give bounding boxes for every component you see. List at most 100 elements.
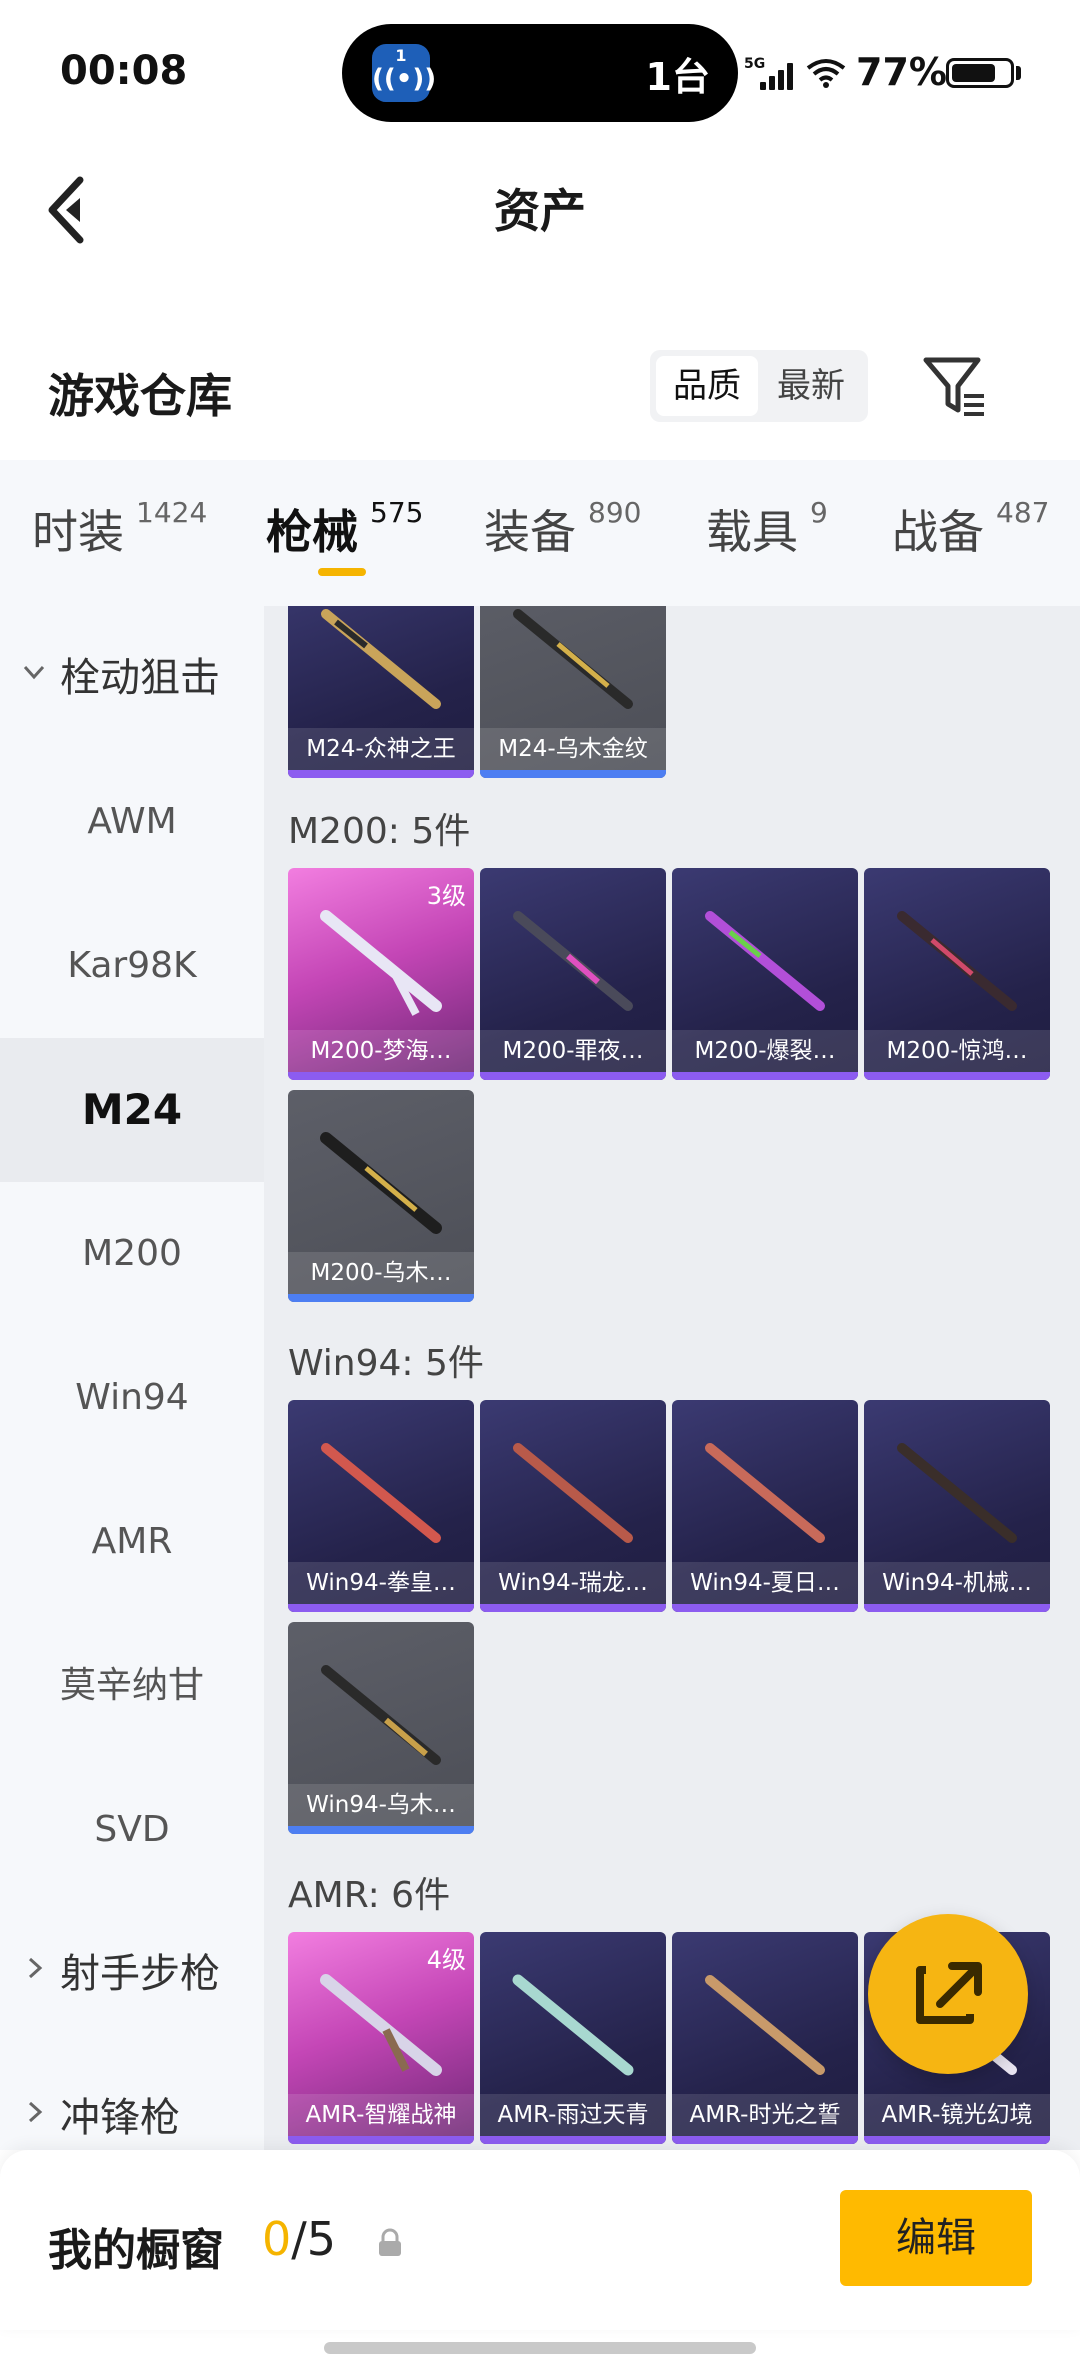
share-icon xyxy=(916,1962,982,2024)
weapon-name: AMR-镜光幻境 xyxy=(864,2094,1050,2136)
weapon-name: M200-乌木… xyxy=(288,1252,474,1294)
category-tabs: 时装 1424 枪械 575 装备 890 载具 9 战备 487 xyxy=(0,460,1080,606)
showcase-title: 我的橱窗 xyxy=(48,2225,224,2276)
tab-label: 战备 xyxy=(892,505,984,559)
sidebar-group-smg[interactable]: 冲锋枪 xyxy=(0,2046,264,2150)
page-title: 资产 xyxy=(494,184,586,238)
sort-quality-button[interactable]: 品质 xyxy=(656,356,758,416)
tab-equipment[interactable]: 装备 890 xyxy=(484,496,641,576)
sidebar-item-amr[interactable]: AMR xyxy=(0,1470,264,1614)
tab-supplies[interactable]: 战备 487 xyxy=(892,496,1049,576)
weapon-name: Win94-夏日… xyxy=(672,1562,858,1604)
chevron-right-icon xyxy=(28,1957,43,1979)
rarity-bar xyxy=(288,2136,474,2144)
tab-fashion[interactable]: 时装 1424 xyxy=(32,496,207,576)
sidebar-item-m200[interactable]: M200 xyxy=(0,1182,264,1326)
tab-active-indicator xyxy=(318,568,366,576)
chevron-right-icon xyxy=(28,2101,43,2123)
weapon-card[interactable]: AMR-雨过天青 xyxy=(480,1932,666,2144)
weapon-name: M200-惊鸿… xyxy=(864,1030,1050,1072)
weapon-card[interactable]: M200-罪夜… xyxy=(480,868,666,1080)
tab-count: 575 xyxy=(370,496,424,529)
sidebar-item-mosin[interactable]: 莫辛纳甘 xyxy=(0,1614,264,1758)
edit-button[interactable]: 编辑 xyxy=(840,2190,1032,2286)
filter-icon[interactable] xyxy=(920,352,990,422)
tab-count: 9 xyxy=(810,496,828,529)
sidebar-item-m24[interactable]: M24 xyxy=(0,1038,264,1182)
weapon-card[interactable]: 4级 AMR-智耀战神 xyxy=(288,1932,474,2144)
tab-count: 890 xyxy=(588,496,642,529)
sidebar-group-label: 栓动狙击 xyxy=(60,655,220,701)
dynamic-island[interactable]: 1 ((•)) 1台 xyxy=(342,24,738,122)
rifle-icon xyxy=(705,1975,825,2075)
showcase-bar: 我的橱窗 0/5 编辑 xyxy=(0,2150,1080,2330)
weapon-name: Win94-瑞龙… xyxy=(480,1562,666,1604)
battery-fill xyxy=(952,64,995,82)
sidebar-group-label: 冲锋枪 xyxy=(60,2095,180,2141)
battery-icon xyxy=(946,58,1014,88)
lock-icon xyxy=(379,2228,401,2256)
weapon-card[interactable]: Win94-夏日… xyxy=(672,1400,858,1612)
rifle-icon xyxy=(705,911,825,1011)
tab-count: 487 xyxy=(996,496,1050,529)
rarity-bar xyxy=(672,1604,858,1612)
island-app-icon: 1 ((•)) xyxy=(372,44,436,102)
tab-label: 装备 xyxy=(484,505,576,559)
rifle-icon xyxy=(513,609,633,709)
signal-icon xyxy=(760,62,796,90)
sort-toggle: 品质 最新 xyxy=(650,350,868,422)
showcase-total: /5 xyxy=(291,2212,337,2266)
rarity-bar xyxy=(480,770,666,778)
section-label-amr: AMR: 6件 xyxy=(288,1875,451,1916)
weapon-card[interactable]: Win94-机械… xyxy=(864,1400,1050,1612)
weapon-name: Win94-乌木… xyxy=(288,1784,474,1826)
rifle-icon xyxy=(321,1443,441,1543)
rifle-icon xyxy=(513,911,633,1011)
section-label-win94: Win94: 5件 xyxy=(288,1343,484,1384)
rarity-bar xyxy=(288,1072,474,1080)
sidebar-item-svd[interactable]: SVD xyxy=(0,1758,264,1902)
rifle-icon xyxy=(513,1443,633,1543)
rarity-bar xyxy=(480,1072,666,1080)
weapon-card[interactable]: M200-爆裂… xyxy=(672,868,858,1080)
battery-percent: 77% xyxy=(856,50,947,94)
share-button[interactable] xyxy=(868,1914,1028,2074)
weapon-name: AMR-智耀战神 xyxy=(288,2094,474,2136)
weapon-sidebar: 栓动狙击 AWM Kar98K M24 M200 Win94 AMR 莫辛纳甘 … xyxy=(0,606,264,2150)
tab-label: 时装 xyxy=(32,505,124,559)
rarity-bar xyxy=(288,1294,474,1302)
weapon-card[interactable]: Win94-瑞龙… xyxy=(480,1400,666,1612)
rarity-bar xyxy=(672,1072,858,1080)
weapon-name: Win94-拳皇… xyxy=(288,1562,474,1604)
status-bar: 00:08 1 ((•)) 1台 5G 77% xyxy=(0,0,1080,140)
home-indicator[interactable] xyxy=(324,2342,756,2354)
rarity-bar xyxy=(864,2136,1050,2144)
tab-vehicles[interactable]: 载具 9 xyxy=(706,496,828,576)
showcase-current: 0 xyxy=(262,2212,292,2266)
weapon-name: M200-罪夜… xyxy=(480,1030,666,1072)
sort-latest-button[interactable]: 最新 xyxy=(760,356,862,416)
tab-count: 1424 xyxy=(136,496,208,529)
tab-guns[interactable]: 枪械 575 xyxy=(266,496,423,576)
weapon-card[interactable]: AMR-时光之誓 xyxy=(672,1932,858,2144)
sidebar-group-bolt-action[interactable]: 栓动狙击 xyxy=(0,606,264,750)
weapon-card[interactable]: Win94-乌木… xyxy=(288,1622,474,1834)
rifle-icon xyxy=(320,1132,442,1234)
nav-bar: 资产 xyxy=(0,140,1080,270)
weapon-card[interactable]: 3级 M200-梦海… xyxy=(288,868,474,1080)
weapon-card[interactable]: Win94-拳皇… xyxy=(288,1400,474,1612)
weapon-card[interactable]: M200-乌木… xyxy=(288,1090,474,1302)
sidebar-item-win94[interactable]: Win94 xyxy=(0,1326,264,1470)
weapon-card[interactable]: M200-惊鸿… xyxy=(864,868,1050,1080)
sidebar-group-marksman[interactable]: 射手步枪 xyxy=(0,1902,264,2046)
weapon-name: M24-乌木金纹 xyxy=(480,728,666,770)
weapon-name: AMR-雨过天青 xyxy=(480,2094,666,2136)
sidebar-item-awm[interactable]: AWM xyxy=(0,750,264,894)
sidebar-item-kar98k[interactable]: Kar98K xyxy=(0,894,264,1038)
weapon-name: M200-梦海… xyxy=(288,1030,474,1072)
warehouse-title: 游戏仓库 xyxy=(48,369,232,423)
weapon-name: Win94-机械… xyxy=(864,1562,1050,1604)
weapon-card[interactable]: M24-乌木金纹 xyxy=(480,606,666,778)
weapon-name: M200-爆裂… xyxy=(672,1030,858,1072)
weapon-card[interactable]: M24-众神之王 xyxy=(288,606,474,778)
